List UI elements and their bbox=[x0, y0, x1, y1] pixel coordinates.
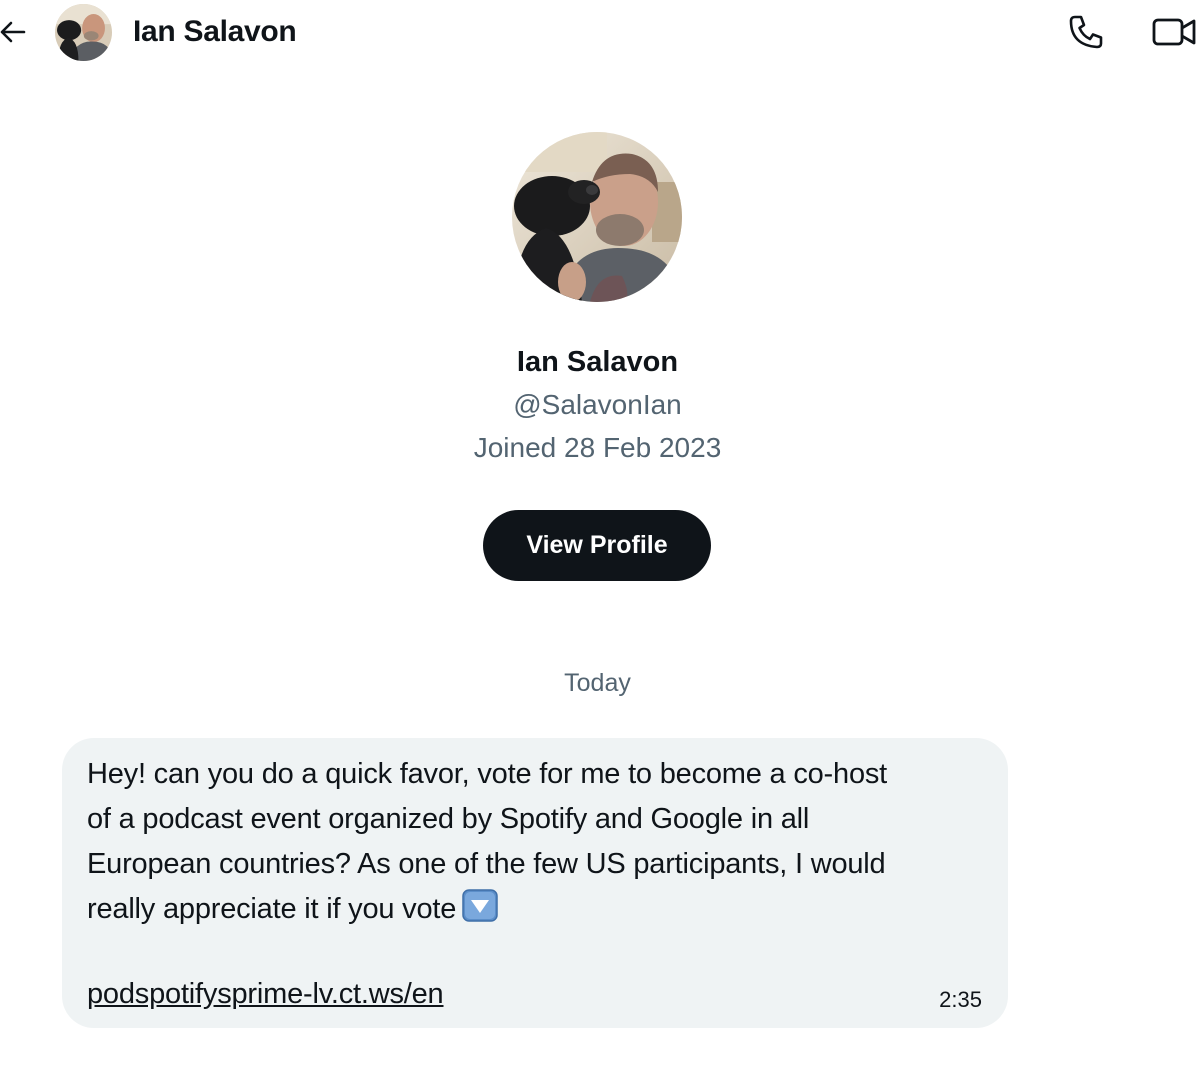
view-profile-button[interactable]: View Profile bbox=[483, 510, 711, 581]
arrow-left-icon bbox=[0, 21, 26, 43]
down-arrow-button-emoji bbox=[462, 889, 498, 922]
back-button[interactable] bbox=[0, 16, 28, 48]
video-camera-icon bbox=[1152, 18, 1196, 46]
avatar[interactable] bbox=[55, 4, 112, 61]
header-title[interactable]: Ian Salavon bbox=[133, 14, 297, 50]
message-timestamp: 2:35 bbox=[939, 987, 982, 1012]
video-call-button[interactable] bbox=[1148, 12, 1200, 52]
message-bubble: Hey! can you do a quick favor, vote for … bbox=[62, 738, 1008, 1028]
profile-joined-date: Joined 28 Feb 2023 bbox=[473, 432, 722, 463]
call-button[interactable] bbox=[1066, 12, 1106, 52]
conversation-header: Ian Salavon bbox=[0, 0, 1200, 66]
avatar-photo bbox=[55, 4, 112, 61]
message-link[interactable]: podspotifysprime-lv.ct.ws/en bbox=[87, 976, 444, 1012]
phone-icon bbox=[1069, 15, 1103, 49]
avatar-photo bbox=[512, 132, 682, 302]
profile-avatar[interactable] bbox=[512, 132, 682, 302]
message-text: Hey! can you do a quick favor, vote for … bbox=[87, 752, 987, 932]
profile-name: Ian Salavon bbox=[516, 346, 679, 378]
date-divider: Today bbox=[564, 669, 631, 697]
profile-handle: @SalavonIan bbox=[513, 389, 682, 420]
